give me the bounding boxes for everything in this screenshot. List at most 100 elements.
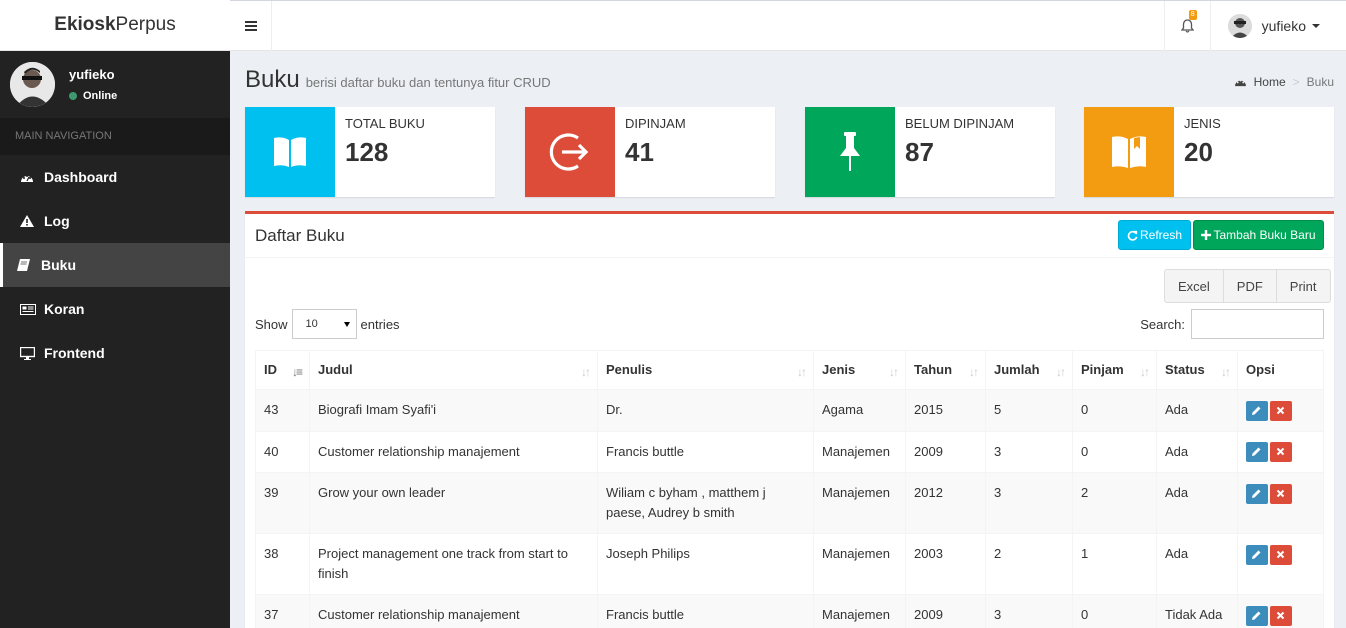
pencil-icon [1252,406,1261,415]
sidebar-item-frontend[interactable]: Frontend [0,331,230,375]
cell-id: 37 [255,594,310,628]
sort-icon: ↓↑ [969,365,979,379]
user-panel: yufieko Online [0,51,230,118]
sidebar-item-dashboard[interactable]: Dashboard [0,155,230,199]
pencil-icon [1252,489,1261,498]
app-logo[interactable]: Ekiosk Perpus [0,0,230,51]
table-row: 39 Grow your own leader Wiliam c byham , m… [255,472,1324,535]
cell-id: 43 [255,389,310,432]
column-header-penulis[interactable]: Penulis ↓↑ [597,350,814,390]
column-header-status[interactable]: Status ↓↑ [1156,350,1238,390]
table-row: 38 Project management one track from star… [255,533,1324,596]
cell-judul: Biografi Imam Syafi'i [309,389,598,432]
cell-pinjam: 1 [1072,533,1157,596]
stat-value: 41 [625,137,654,167]
column-header-id[interactable]: ID ↓≡ [255,350,310,390]
sidebar-item-koran[interactable]: Koran [0,287,230,331]
edit-button[interactable] [1246,400,1268,421]
edit-button[interactable] [1246,442,1268,463]
delete-button[interactable] [1270,442,1292,463]
sidebar: yufieko Online MAIN NAVIGATION Dashboard… [0,51,230,628]
thumbtack-icon [805,107,895,197]
stat-value: 87 [905,137,934,167]
cell-id: 39 [255,472,310,535]
logo-bold: Ekiosk [54,14,116,35]
notifications-button[interactable]: 8 [1163,1,1210,51]
bell-icon [1180,19,1194,33]
cell-status: Ada [1156,472,1238,535]
column-header-tahun[interactable]: Tahun ↓↑ [905,350,986,390]
cell-judul: Customer relationship manajement [309,430,598,474]
cell-jumlah: 3 [985,594,1073,628]
sidebar-item-log[interactable]: Log [0,199,230,243]
online-dot-icon [69,92,77,100]
search-input[interactable] [1191,309,1324,339]
cell-tahun: 2012 [905,472,986,535]
delete-button[interactable] [1270,483,1292,504]
excel-button[interactable]: Excel [1164,269,1224,303]
cell-judul: Grow your own leader [309,472,598,535]
page-title: Buku berisi daftar buku dan tentunya fitu… [245,66,551,93]
print-button[interactable]: Print [1275,269,1331,303]
book-icon [17,259,33,271]
column-header-judul[interactable]: Judul ↓↑ [309,350,598,390]
cell-status: Ada [1156,533,1238,596]
cell-tahun: 2003 [905,533,986,596]
sidebar-item-label: Buku [41,257,76,273]
delete-button[interactable] [1270,544,1292,565]
add-book-button[interactable]: Tambah Buku Baru [1193,220,1324,250]
warning-icon [20,215,36,227]
pencil-icon [1252,550,1261,559]
cell-pinjam: 0 [1072,430,1157,474]
cell-id: 38 [255,533,310,596]
edit-button[interactable] [1246,483,1268,504]
delete-button[interactable] [1270,400,1292,421]
close-icon [1276,489,1285,497]
table-row: 37 Customer relationship manajement Franci… [255,594,1324,628]
cell-jenis: Agama [813,389,906,432]
cell-penulis: Dr. [597,389,814,432]
sidebar-item-label: Log [44,213,70,229]
cell-opsi [1237,533,1324,596]
close-icon [1276,611,1285,619]
book-list-box: Daftar Buku Refresh Tambah Buku Baru Exc… [245,211,1334,628]
breadcrumb-home-link[interactable]: Home [1254,75,1286,89]
table-row: 43 Biografi Imam Syafi'i Dr. Agama 2015 5 0 Ada [255,389,1324,432]
sort-icon: ↓↑ [797,365,807,379]
column-header-jumlah[interactable]: Jumlah ↓↑ [985,350,1073,390]
cell-status: Ada [1156,389,1238,432]
edit-button[interactable] [1246,544,1268,565]
pdf-button[interactable]: PDF [1222,269,1277,303]
notification-badge: 8 [1188,10,1197,20]
cell-id: 40 [255,430,310,474]
pencil-icon [1252,447,1261,457]
user-menu[interactable]: yufieko [1209,1,1346,51]
table-row: 40 Customer relationship manajement Franci… [255,430,1324,474]
cell-opsi [1237,594,1324,628]
column-header-pinjam[interactable]: Pinjam ↓↑ [1072,350,1157,390]
stat-box-total-buku: TOTAL BUKU 128 [245,107,495,197]
cell-jenis: Manajemen [813,430,906,474]
refresh-button[interactable]: Refresh [1118,220,1191,250]
close-icon [1276,447,1285,456]
cell-opsi [1237,430,1324,474]
cell-status: Tidak Ada [1156,594,1238,628]
column-header-jenis[interactable]: Jenis ↓↑ [813,350,906,390]
cell-jumlah: 3 [985,430,1073,474]
stat-box-jenis: JENIS 20 [1084,107,1334,197]
close-icon [1276,550,1285,558]
cell-jumlah: 2 [985,533,1073,596]
nav-header: MAIN NAVIGATION [0,118,230,155]
dropdown-arrow-icon [343,321,350,327]
sidebar-item-buku[interactable]: Buku [0,243,230,287]
delete-button[interactable] [1270,605,1292,626]
sidebar-toggle-button[interactable] [230,1,272,51]
cell-jenis: Manajemen [813,533,906,596]
cell-penulis: Wiliam c byham , matthem j paese, Audrey… [597,472,814,535]
edit-button[interactable] [1246,605,1268,626]
breadcrumb-current: Buku [1306,75,1334,89]
plus-icon [1201,230,1212,240]
stat-label: JENIS [1184,116,1221,131]
entries-select[interactable]: 10 [291,309,357,339]
stat-label: DIPINJAM [625,116,686,131]
